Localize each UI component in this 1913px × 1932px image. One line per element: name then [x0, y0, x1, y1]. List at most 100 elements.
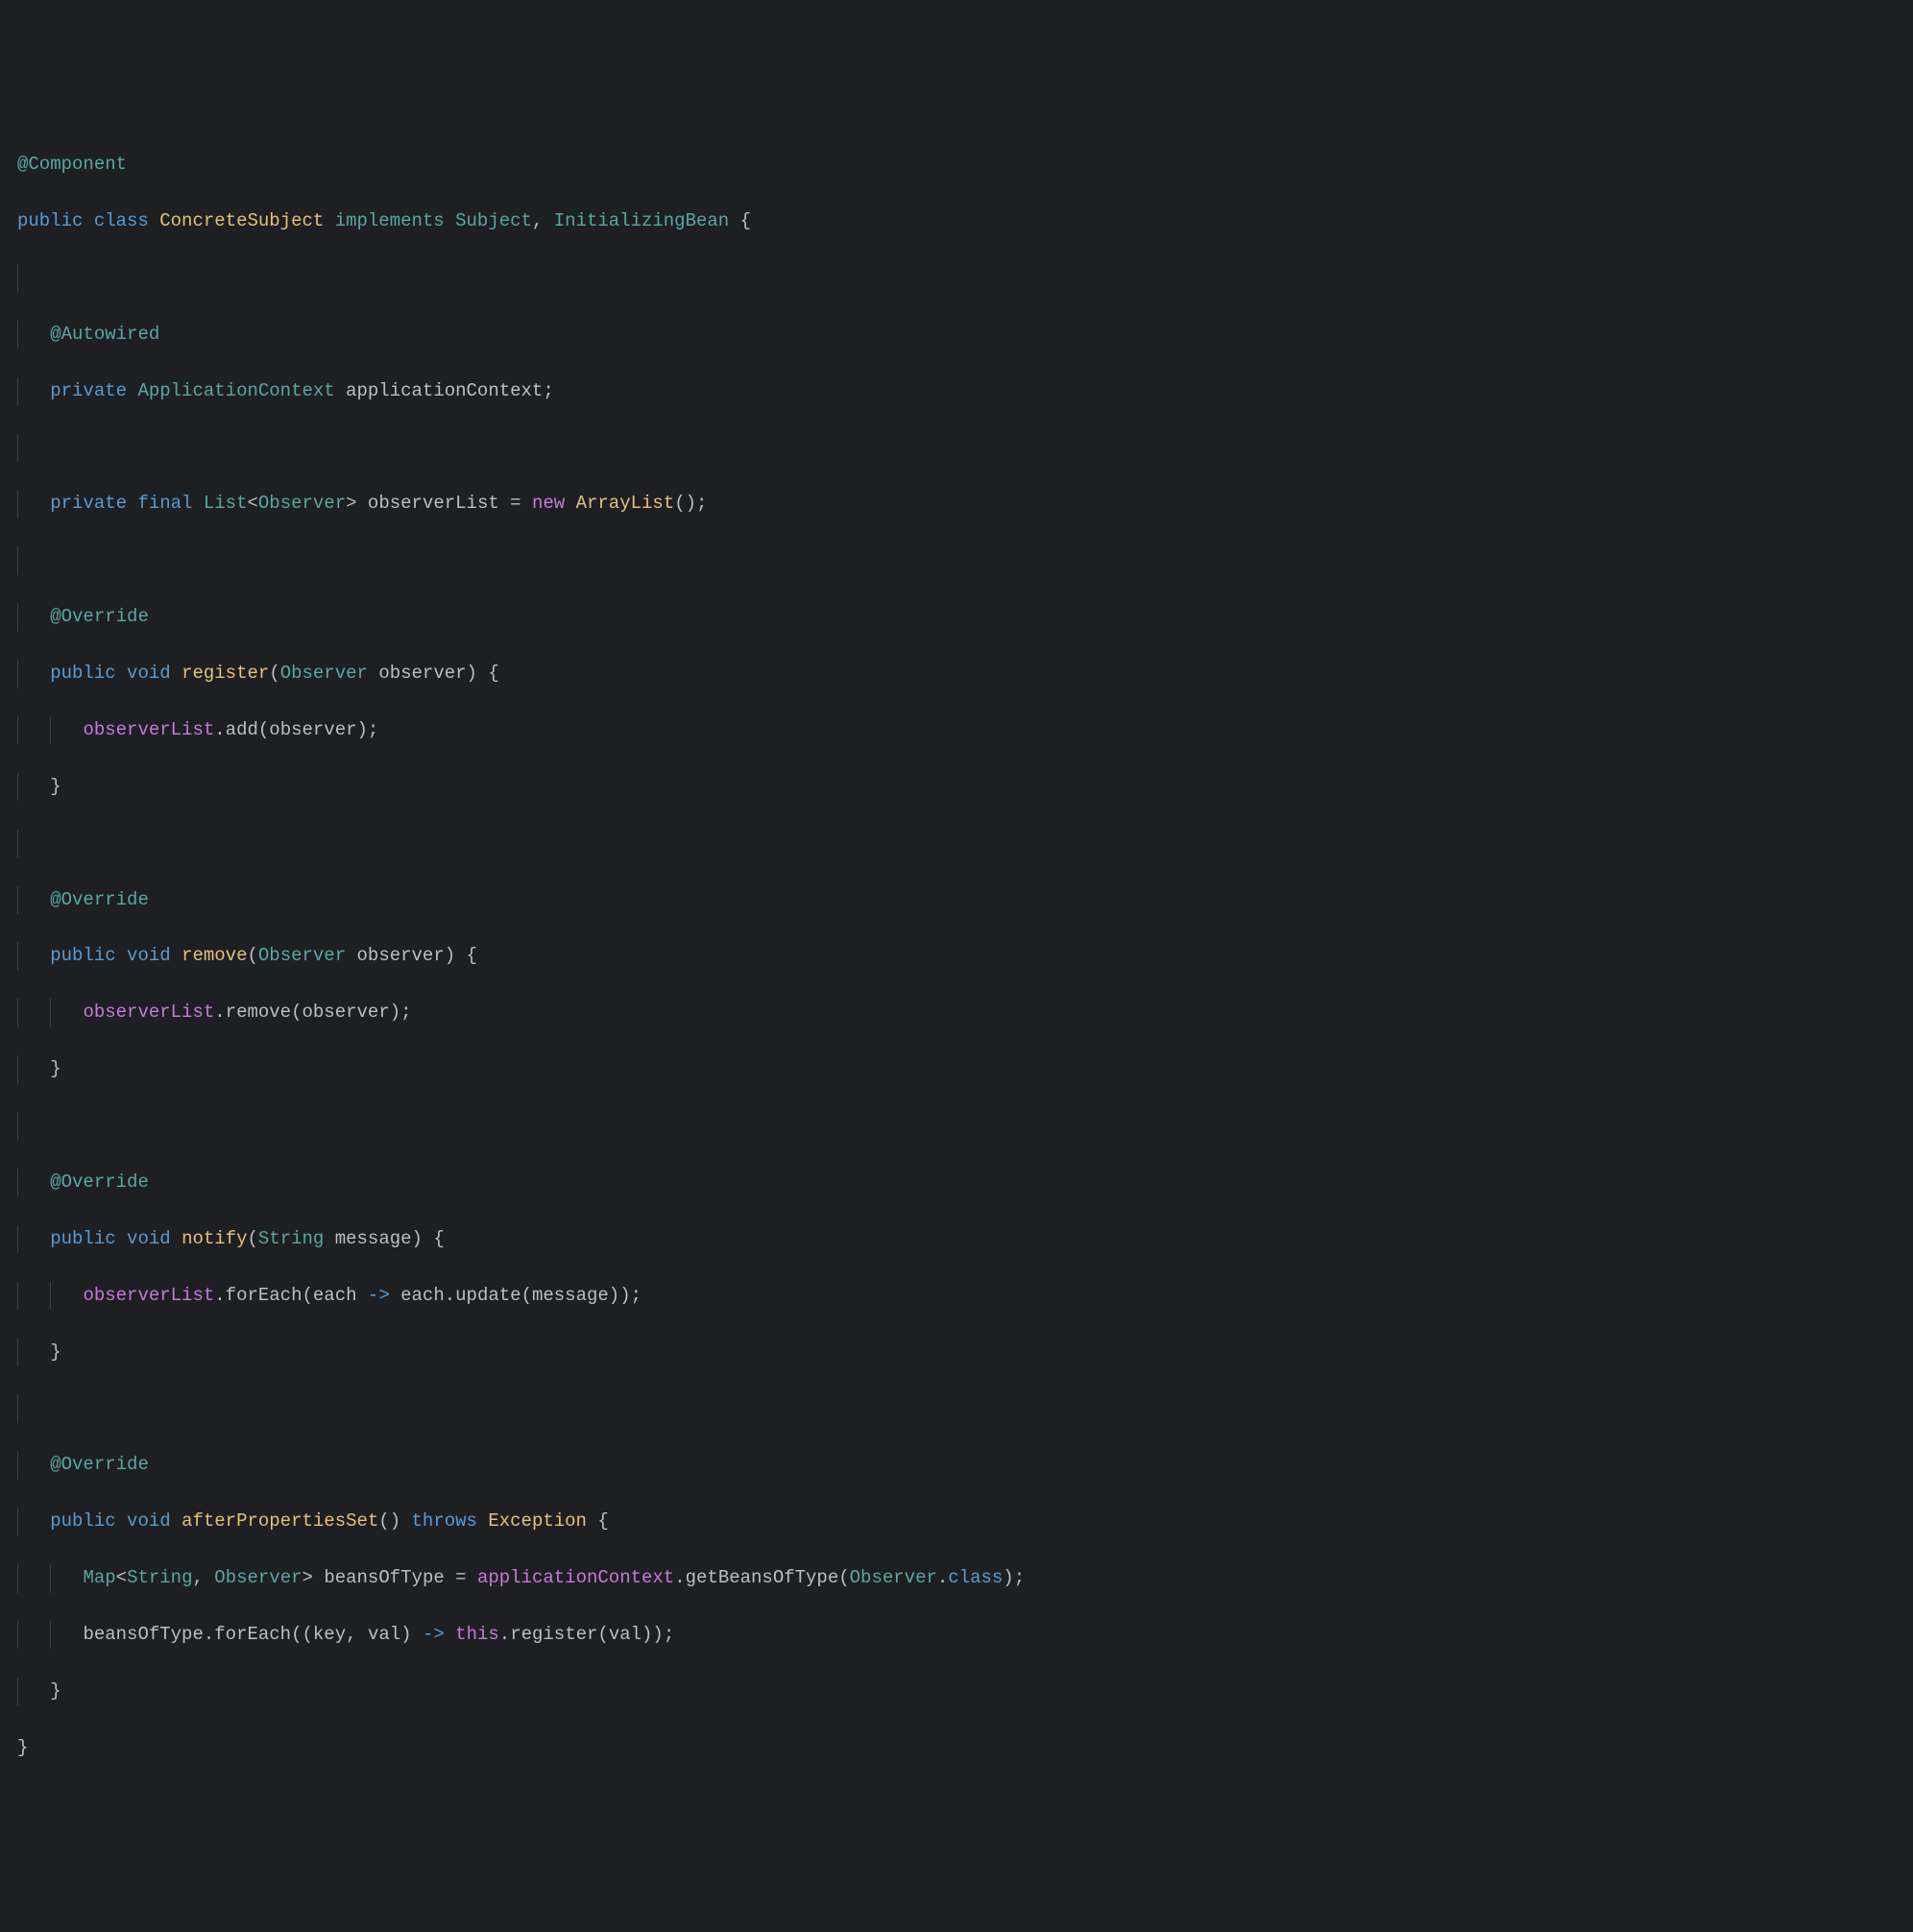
annotation-name: Autowired [61, 324, 160, 345]
punctuation: ); [357, 719, 379, 740]
brace: } [17, 1737, 28, 1758]
punctuation: ( [247, 1228, 257, 1249]
method-name: remove [182, 945, 247, 966]
punctuation: ) [400, 1624, 411, 1645]
annotation-at: @ [50, 889, 61, 910]
keyword-private: private [50, 380, 127, 401]
keyword-public: public [50, 1228, 115, 1249]
punctuation: . [499, 1624, 510, 1645]
code-line-blank [17, 830, 1896, 857]
punctuation: ); [1003, 1567, 1025, 1588]
type-name: Observer [214, 1567, 302, 1588]
annotation-name: Override [61, 889, 149, 910]
punctuation: . [214, 1002, 225, 1023]
param-name: message [335, 1228, 412, 1249]
field-name: observerList [368, 493, 499, 514]
punctuation: )); [609, 1285, 642, 1306]
method-call: register [510, 1624, 597, 1645]
punctuation: ( [838, 1567, 849, 1588]
field-ref: observerList [83, 1285, 214, 1306]
brace: { [587, 1510, 609, 1532]
code-line: observerList.forEach(each -> each.update… [17, 1282, 1896, 1310]
annotation-at: @ [50, 1454, 61, 1475]
punctuation: ( [247, 945, 257, 966]
annotation-name: Component [28, 154, 127, 175]
code-line: private ApplicationContext applicationCo… [17, 377, 1896, 405]
field-ref: applicationContext [477, 1567, 674, 1588]
punctuation: ( [597, 1624, 608, 1645]
arg-name: observer [303, 1002, 390, 1023]
punctuation: ( [269, 663, 279, 684]
field-name: applicationContext [346, 380, 543, 401]
code-line: private final List<Observer> observerLis… [17, 490, 1896, 518]
code-line-blank [17, 264, 1896, 292]
method-call: forEach [226, 1285, 303, 1306]
punctuation: (); [674, 493, 707, 514]
keyword-void: void [127, 1510, 171, 1532]
punctuation: ( [258, 719, 269, 740]
code-line: beansOfType.forEach((key, val) -> this.r… [17, 1621, 1896, 1649]
code-line: @Override [17, 1451, 1896, 1479]
punctuation: (( [291, 1624, 313, 1645]
type-name: Observer [258, 493, 346, 514]
method-name: register [182, 663, 269, 684]
annotation-at: @ [50, 324, 61, 345]
var-ref: each [400, 1285, 445, 1306]
lambda-arrow: -> [357, 1285, 401, 1306]
punctuation: ( [291, 1002, 302, 1023]
punctuation: ) { [412, 1228, 445, 1249]
code-line: public void notify(String message) { [17, 1225, 1896, 1253]
code-line: @Autowired [17, 321, 1896, 349]
code-line: public void remove(Observer observer) { [17, 942, 1896, 970]
punctuation: . [445, 1285, 455, 1306]
code-line: } [17, 773, 1896, 801]
punctuation: ( [303, 1285, 313, 1306]
punctuation: . [214, 719, 225, 740]
lambda-param: each [313, 1285, 357, 1306]
type-name: Observer [850, 1567, 937, 1588]
var-name: beansOfType [324, 1567, 444, 1588]
lambda-arrow: -> [412, 1624, 456, 1645]
interface-name: InitializingBean [554, 210, 729, 231]
punctuation: > [303, 1567, 313, 1588]
code-line-blank [17, 546, 1896, 574]
keyword-public: public [50, 663, 115, 684]
code-line: @Component [17, 151, 1896, 179]
keyword-class: class [948, 1567, 1003, 1588]
punctuation: ) { [445, 945, 477, 966]
type-name: Map [83, 1567, 115, 1588]
type-name: String [258, 1228, 324, 1249]
field-ref: observerList [83, 719, 214, 740]
keyword-new: new [532, 493, 565, 514]
code-line-blank [17, 434, 1896, 462]
punctuation: . [204, 1624, 214, 1645]
code-line: Map<String, Observer> beansOfType = appl… [17, 1564, 1896, 1592]
method-name: afterPropertiesSet [182, 1510, 378, 1532]
annotation-at: @ [50, 606, 61, 627]
type-name: Exception [488, 1510, 587, 1532]
punctuation: . [214, 1285, 225, 1306]
code-editor[interactable]: @Component public class ConcreteSubject … [17, 123, 1896, 1791]
field-ref: observerList [83, 1002, 214, 1023]
method-call: remove [226, 1002, 291, 1023]
type-name: List [204, 493, 248, 514]
keyword-public: public [50, 1510, 115, 1532]
keyword-void: void [127, 1228, 171, 1249]
annotation-name: Override [61, 1454, 149, 1475]
punctuation: < [116, 1567, 127, 1588]
lambda-param: key [313, 1624, 346, 1645]
method-call: forEach [214, 1624, 291, 1645]
punctuation: , [346, 1624, 368, 1645]
punctuation: , [532, 210, 543, 231]
class-name: ConcreteSubject [159, 210, 324, 231]
arg-name: val [609, 1624, 642, 1645]
code-line: @Override [17, 1169, 1896, 1196]
method-call: update [455, 1285, 521, 1306]
punctuation: ( [521, 1285, 532, 1306]
punctuation: = [499, 493, 532, 514]
punctuation: > [346, 493, 356, 514]
keyword-private: private [50, 493, 127, 514]
brace: { [729, 210, 751, 231]
keyword-implements: implements [335, 210, 445, 231]
interface-name: Subject [455, 210, 532, 231]
